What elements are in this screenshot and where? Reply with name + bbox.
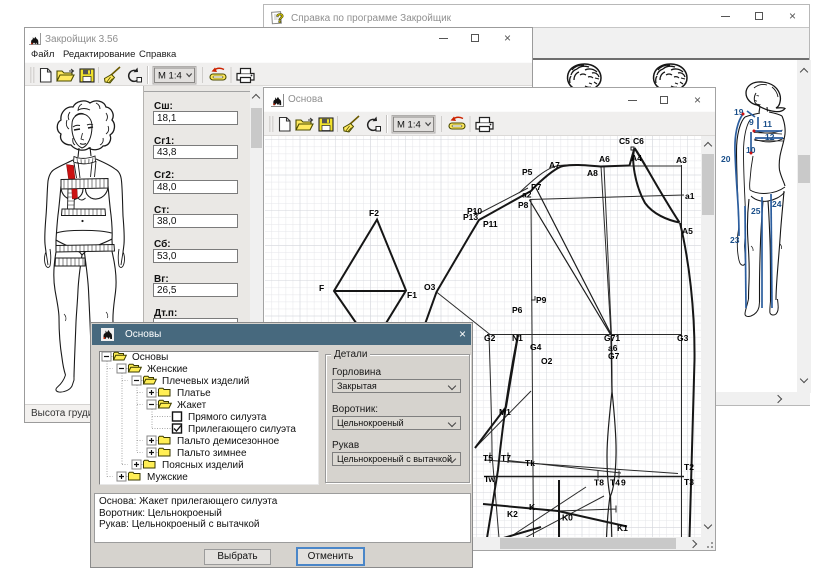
svg-text:?: ? <box>276 11 284 26</box>
